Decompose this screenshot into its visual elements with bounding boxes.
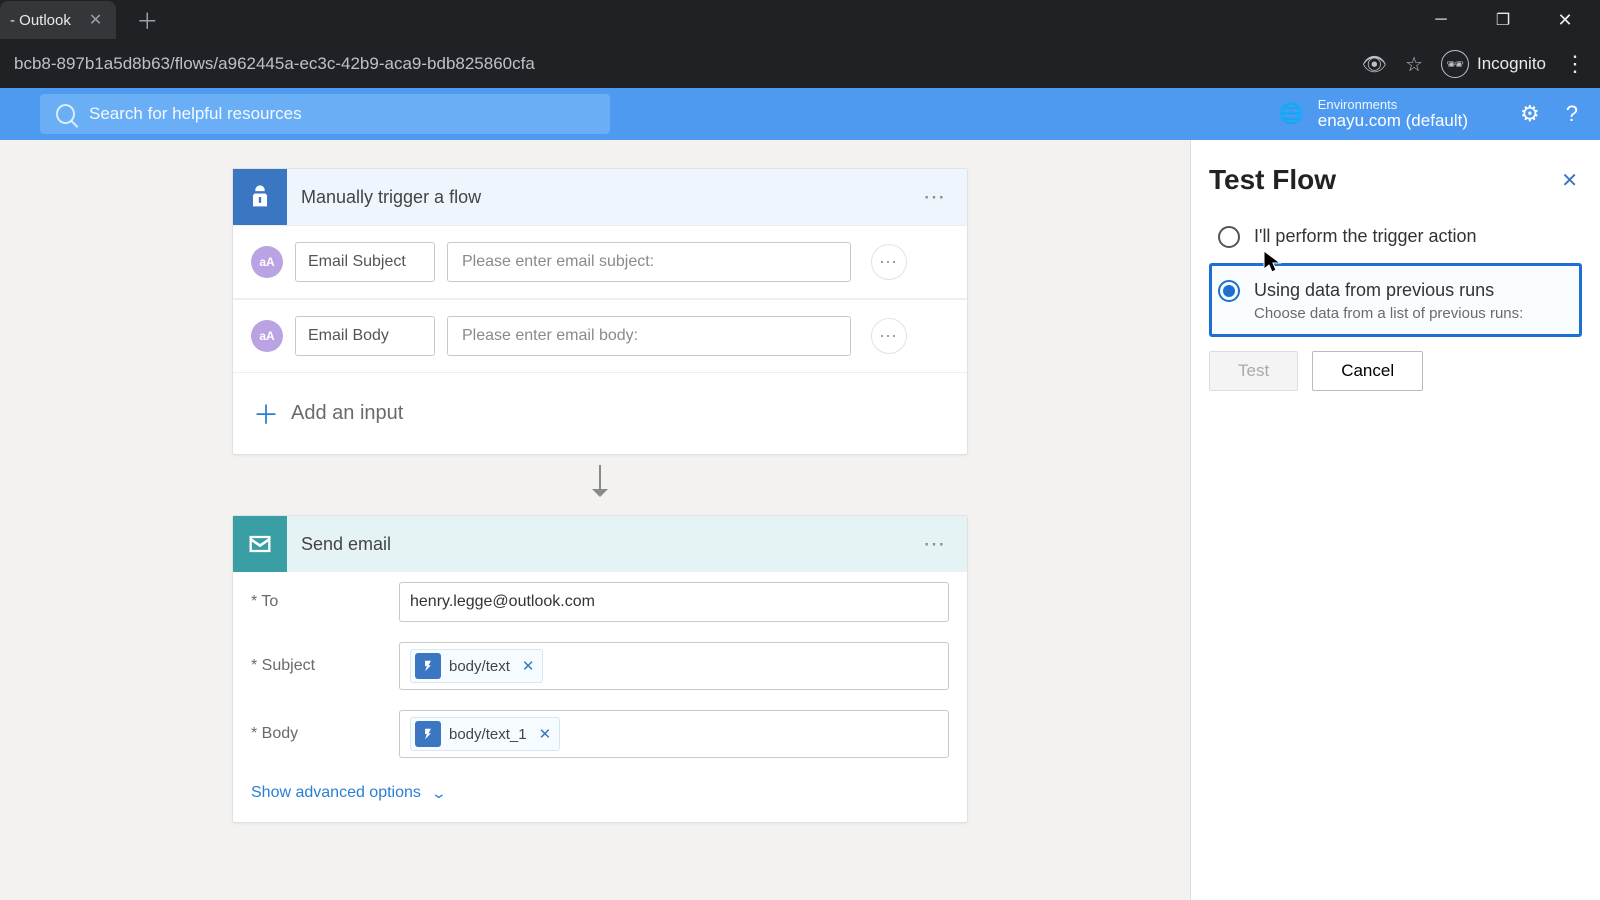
param-row-body: aA Email Body ⋯ — [233, 299, 967, 372]
text-type-icon: aA — [251, 246, 283, 278]
radio-manual-trigger[interactable]: I'll perform the trigger action — [1209, 209, 1582, 263]
dynamic-content-icon — [415, 721, 441, 747]
text-type-icon: aA — [251, 320, 283, 352]
param-name-subject[interactable]: Email Subject — [295, 242, 435, 282]
flow-stage: Manually trigger a flow ⋯ aA Email Subje… — [0, 140, 1600, 900]
flow-canvas[interactable]: Manually trigger a flow ⋯ aA Email Subje… — [0, 140, 1200, 900]
trigger-icon — [233, 169, 287, 225]
advanced-label: Show advanced options — [251, 784, 421, 802]
radio-manual-label: I'll perform the trigger action — [1254, 224, 1477, 248]
action-header[interactable]: Send email ⋯ — [233, 516, 967, 572]
panel-button-row: Test Cancel — [1209, 351, 1582, 391]
token-remove-icon[interactable]: ✕ — [522, 657, 535, 675]
app-header: 🌐 Environments enayu.com (default) ⚙ ? C… — [0, 88, 1600, 140]
input-subject[interactable]: body/text ✕ — [399, 642, 949, 690]
token-label: body/text_1 — [449, 726, 527, 743]
cancel-button[interactable]: Cancel — [1312, 351, 1423, 391]
address-bar-row: bcb8-897b1a5d8b63/flows/a962445a-ec3c-42… — [0, 40, 1600, 88]
param-name-body[interactable]: Email Body — [295, 316, 435, 356]
environment-picker[interactable]: 🌐 Environments enayu.com (default) — [1279, 98, 1468, 131]
window-controls: ─ ❐ ✕ — [1424, 3, 1600, 37]
flow-arrow-icon — [588, 465, 612, 505]
panel-close-icon[interactable]: ✕ — [1557, 164, 1582, 197]
incognito-indicator: 🕶 Incognito — [1441, 50, 1546, 78]
radio-previous-label: Using data from previous runs — [1254, 278, 1523, 302]
tab-strip: - Outlook ✕ ＋ ─ ❐ ✕ — [0, 0, 1600, 40]
tab-title: - Outlook — [10, 12, 71, 29]
environment-label: Environments — [1318, 98, 1468, 112]
dyn-token-subject[interactable]: body/text ✕ — [410, 649, 543, 683]
browser-chrome: - Outlook ✕ ＋ ─ ❐ ✕ bcb8-897b1a5d8b63/fl… — [0, 0, 1600, 88]
token-label: body/text — [449, 658, 510, 675]
action-title: Send email — [287, 534, 391, 555]
plus-icon: ＋ — [253, 395, 277, 432]
radio-previous-sub: Choose data from a list of previous runs… — [1254, 305, 1523, 322]
input-body[interactable]: body/text_1 ✕ — [399, 710, 949, 758]
param-more-icon[interactable]: ⋯ — [871, 244, 907, 280]
field-row-body: * Body body/text_1 ✕ — [233, 700, 967, 768]
label-to: * To — [251, 593, 381, 611]
param-more-icon[interactable]: ⋯ — [871, 318, 907, 354]
url-text[interactable]: bcb8-897b1a5d8b63/flows/a962445a-ec3c-42… — [14, 54, 535, 74]
search-input[interactable] — [89, 104, 594, 124]
globe-icon: 🌐 — [1279, 101, 1304, 126]
incognito-label: Incognito — [1477, 54, 1546, 74]
label-subject: * Subject — [251, 657, 381, 675]
action-card: Send email ⋯ * To henry.legge@outlook.co… — [232, 515, 968, 823]
mail-icon — [233, 516, 287, 572]
add-input-button[interactable]: ＋ Add an input — [233, 372, 967, 454]
input-to-value: henry.legge@outlook.com — [410, 593, 595, 611]
eye-off-icon[interactable]: 👁 — [1362, 52, 1387, 77]
gear-icon[interactable]: ⚙ — [1520, 101, 1540, 127]
close-icon[interactable]: ✕ — [89, 10, 102, 30]
search-icon — [56, 104, 75, 124]
browser-tab[interactable]: - Outlook ✕ — [0, 1, 116, 39]
label-body: * Body — [251, 725, 381, 743]
field-row-subject: * Subject body/text ✕ — [233, 632, 967, 700]
input-to[interactable]: henry.legge@outlook.com — [399, 582, 949, 622]
test-flow-panel: Test Flow ✕ I'll perform the trigger act… — [1190, 140, 1600, 900]
token-remove-icon[interactable]: ✕ — [539, 725, 552, 743]
trigger-card: Manually trigger a flow ⋯ aA Email Subje… — [232, 168, 968, 455]
panel-title: Test Flow — [1209, 164, 1336, 196]
dyn-token-body[interactable]: body/text_1 ✕ — [410, 717, 560, 751]
addr-right-icons: 👁 ☆ 🕶 Incognito ⋮ — [1362, 50, 1586, 78]
environment-value: enayu.com (default) — [1318, 112, 1468, 131]
window-close-button[interactable]: ✕ — [1548, 3, 1582, 37]
param-input-body[interactable] — [447, 316, 851, 356]
bookmark-star-icon[interactable]: ☆ — [1405, 52, 1423, 77]
header-icons: ⚙ ? — [1520, 101, 1578, 127]
trigger-title: Manually trigger a flow — [287, 187, 481, 208]
add-input-label: Add an input — [291, 402, 403, 425]
trigger-header[interactable]: Manually trigger a flow ⋯ — [233, 169, 967, 225]
param-row-subject: aA Email Subject ⋯ — [233, 225, 967, 298]
test-button[interactable]: Test — [1209, 351, 1298, 391]
radio-previous-runs[interactable]: Using data from previous runs Choose dat… — [1209, 263, 1582, 336]
show-advanced-toggle[interactable]: Show advanced options ⌄ — [233, 768, 967, 822]
help-icon[interactable]: ? — [1566, 101, 1578, 127]
trigger-more-icon[interactable]: ⋯ — [903, 184, 967, 210]
field-row-to: * To henry.legge@outlook.com — [233, 572, 967, 632]
radio-icon — [1218, 226, 1240, 248]
action-more-icon[interactable]: ⋯ — [903, 531, 967, 557]
incognito-icon: 🕶 — [1441, 50, 1469, 78]
search-box[interactable] — [40, 94, 610, 134]
maximize-button[interactable]: ❐ — [1486, 3, 1520, 37]
param-input-subject[interactable] — [447, 242, 851, 282]
new-tab-button[interactable]: ＋ — [132, 5, 162, 35]
radio-icon — [1218, 280, 1240, 302]
dynamic-content-icon — [415, 653, 441, 679]
chevron-down-icon: ⌄ — [431, 785, 447, 802]
minimize-button[interactable]: ─ — [1424, 3, 1458, 37]
